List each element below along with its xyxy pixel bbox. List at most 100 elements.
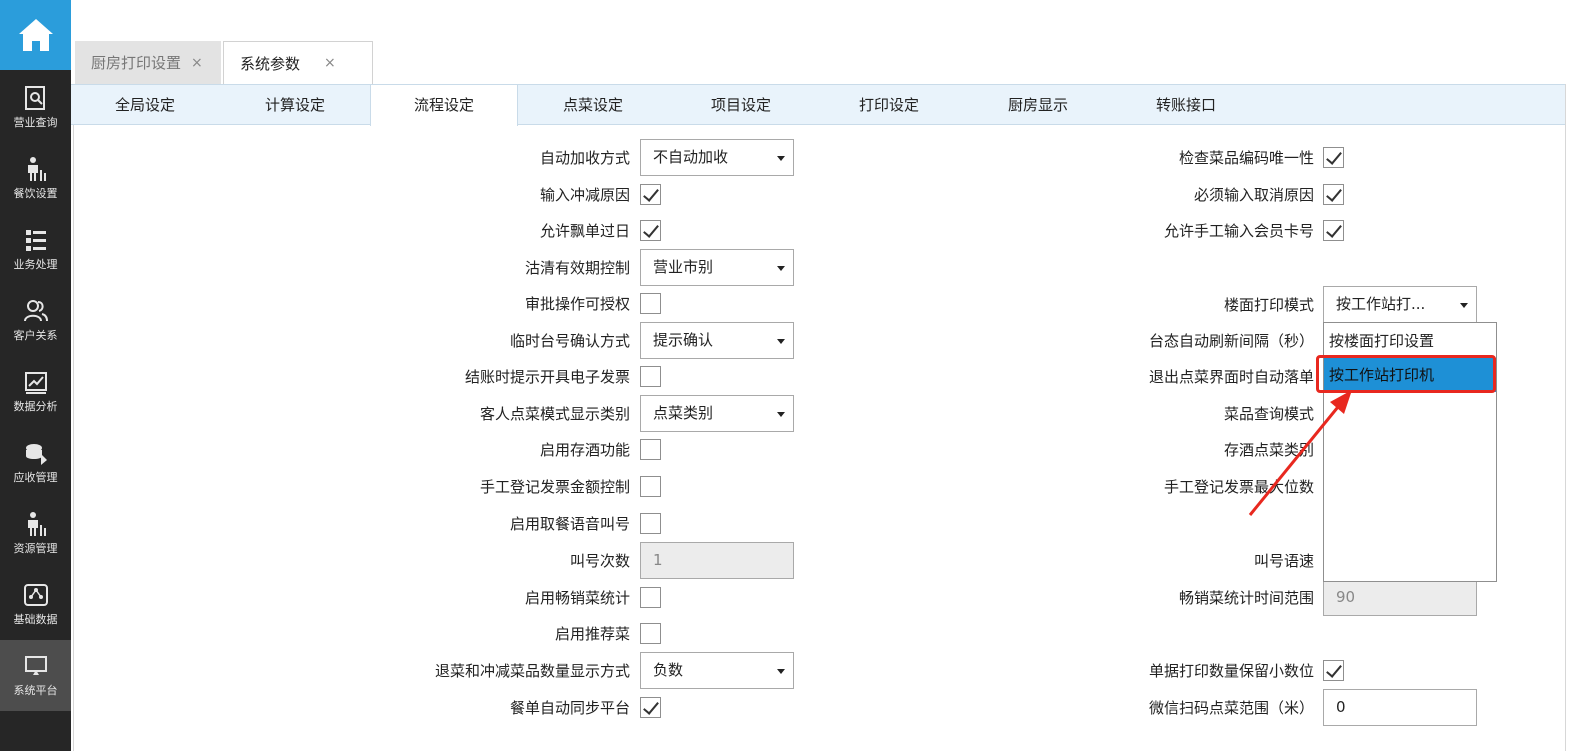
select-value: 负数 bbox=[653, 661, 684, 679]
chevron-down-icon bbox=[777, 669, 785, 674]
chevron-down-icon bbox=[777, 412, 785, 417]
close-icon[interactable]: × bbox=[324, 55, 336, 71]
close-icon[interactable]: × bbox=[191, 55, 203, 71]
label-e-invoice: 结账时提示开具电子发票 bbox=[464, 368, 630, 386]
select-value: 不自动加收 bbox=[653, 148, 729, 166]
tab-label: 系统参数 bbox=[240, 54, 301, 73]
label-return-display: 退菜和冲减菜品数量显示方式 bbox=[434, 662, 630, 680]
sidebar-item-label: 基础数据 bbox=[13, 613, 58, 626]
label-temp-table: 临时台号确认方式 bbox=[509, 332, 630, 350]
floor-print-select[interactable]: 按工作站打... bbox=[1323, 286, 1477, 323]
print-decimals-checkbox[interactable] bbox=[1323, 660, 1344, 681]
label-manual-card: 允许手工输入会员卡号 bbox=[1163, 222, 1314, 240]
recommend-checkbox[interactable] bbox=[640, 623, 661, 644]
sidebar-item-catering-settings[interactable]: 餐饮设置 bbox=[0, 143, 71, 214]
dropdown-option[interactable]: 按楼面打印设置 bbox=[1324, 324, 1496, 358]
sidebar-item-label: 资源管理 bbox=[13, 542, 58, 555]
sidebar-item-system-platform[interactable]: 系统平台 bbox=[0, 640, 71, 711]
label-auto-surcharge: 自动加收方式 bbox=[539, 149, 630, 167]
tab-kitchen-print-settings[interactable]: 厨房打印设置 × bbox=[75, 41, 221, 84]
select-value: 营业市别 bbox=[653, 258, 714, 276]
return-display-select[interactable]: 负数 bbox=[640, 652, 794, 689]
chevron-down-icon bbox=[777, 266, 785, 271]
sellout-ctrl-select[interactable]: 营业市别 bbox=[640, 249, 794, 286]
waiter-icon bbox=[27, 157, 46, 181]
label-floor-print: 楼面打印模式 bbox=[1223, 296, 1314, 314]
subtab-transfer-interface[interactable]: 转账接口 bbox=[1112, 85, 1260, 125]
sidebar-item-resource-management[interactable]: 资源管理 bbox=[0, 498, 71, 569]
label-bestseller: 启用畅销菜统计 bbox=[524, 589, 630, 607]
temp-table-select[interactable]: 提示确认 bbox=[640, 322, 794, 359]
content-border bbox=[73, 125, 74, 751]
sidebar-item-receivables[interactable]: 应收管理 bbox=[0, 427, 71, 498]
label-sync-platform: 餐单自动同步平台 bbox=[509, 699, 630, 717]
label-unique-code: 检查菜品编码唯一性 bbox=[1178, 149, 1314, 167]
auto-surcharge-select[interactable]: 不自动加收 bbox=[640, 139, 794, 176]
subtab-items[interactable]: 项目设定 bbox=[667, 85, 815, 125]
sidebar-item-base-data[interactable]: 基础数据 bbox=[0, 569, 71, 640]
sidebar-item-label: 营业查询 bbox=[13, 116, 58, 129]
label-voice-call: 启用取餐语音叫号 bbox=[509, 515, 630, 533]
sidebar-item-label: 数据分析 bbox=[13, 400, 58, 413]
sidebar-item-label: 应收管理 bbox=[13, 471, 58, 484]
settings-subtab-bar: 全局设定 计算设定 流程设定 点菜设定 项目设定 打印设定 厨房显示 转账接口 bbox=[71, 84, 1566, 126]
allow-float-checkbox[interactable] bbox=[640, 220, 661, 241]
subtab-calculation[interactable]: 计算设定 bbox=[221, 85, 369, 125]
guest-order-mode-select[interactable]: 点菜类别 bbox=[640, 395, 794, 432]
sidebar-item-business-query[interactable]: 营业查询 bbox=[0, 72, 71, 143]
label-wine-storage: 启用存酒功能 bbox=[539, 441, 630, 459]
chevron-down-icon bbox=[777, 156, 785, 161]
voice-call-checkbox[interactable] bbox=[640, 513, 661, 534]
content-border bbox=[1565, 84, 1566, 751]
bestseller-checkbox[interactable] bbox=[640, 587, 661, 608]
annotation-arrow-icon bbox=[1248, 390, 1352, 516]
e-invoice-checkbox[interactable] bbox=[640, 366, 661, 387]
chart-icon bbox=[24, 372, 47, 394]
home-button[interactable] bbox=[0, 0, 71, 70]
cancel-reason-checkbox[interactable] bbox=[1323, 184, 1344, 205]
subtab-printing[interactable]: 打印设定 bbox=[815, 85, 963, 125]
tab-label: 厨房打印设置 bbox=[91, 54, 182, 72]
wechat-range-input[interactable]: 0 bbox=[1323, 689, 1477, 726]
manual-card-checkbox[interactable] bbox=[1323, 220, 1344, 241]
reduce-reason-checkbox[interactable] bbox=[640, 184, 661, 205]
label-bestseller-range: 畅销菜统计时间范围 bbox=[1178, 589, 1314, 607]
label-refresh-interval: 台态自动刷新间隔（秒） bbox=[1148, 332, 1314, 350]
sync-platform-checkbox[interactable] bbox=[640, 697, 661, 718]
label-guest-order-mode: 客人点菜模式显示类别 bbox=[479, 405, 630, 423]
sidebar-item-customer-relations[interactable]: 客户关系 bbox=[0, 285, 71, 356]
list-icon bbox=[25, 230, 46, 251]
call-times-input: 1 bbox=[640, 542, 794, 579]
label-recommend: 启用推荐菜 bbox=[554, 625, 630, 643]
manual-invoice-checkbox[interactable] bbox=[640, 476, 661, 497]
tab-system-parameters[interactable]: 系统参数 × bbox=[223, 41, 373, 84]
subtab-process[interactable]: 流程设定 bbox=[370, 85, 518, 126]
sidebar-item-data-analysis[interactable]: 数据分析 bbox=[0, 356, 71, 427]
report-search-icon bbox=[24, 86, 45, 110]
home-icon bbox=[18, 19, 53, 51]
subtab-ordering[interactable]: 点菜设定 bbox=[519, 85, 667, 125]
subtab-kitchen-display[interactable]: 厨房显示 bbox=[964, 85, 1112, 125]
bestseller-range-input: 90 bbox=[1323, 579, 1477, 616]
sidebar-item-label: 客户关系 bbox=[13, 329, 58, 342]
unique-code-checkbox[interactable] bbox=[1323, 147, 1344, 168]
label-call-speed: 叫号语速 bbox=[1253, 552, 1314, 570]
sidebar-item-label: 餐饮设置 bbox=[13, 187, 58, 200]
database-icon bbox=[23, 584, 48, 606]
sidebar-item-label: 业务处理 bbox=[13, 258, 58, 271]
sidebar: 营业查询 餐饮设置 业务处理 客户关系 数据分析 应收管理 资源管理 基础数据 … bbox=[0, 0, 71, 751]
label-allow-float: 允许飘单过日 bbox=[539, 222, 630, 240]
waiter-icon bbox=[27, 512, 46, 536]
chevron-down-icon bbox=[1460, 303, 1468, 308]
wine-storage-checkbox[interactable] bbox=[640, 439, 661, 460]
approval-auth-checkbox[interactable] bbox=[640, 293, 661, 314]
sidebar-item-label: 系统平台 bbox=[13, 684, 58, 697]
select-value: 按工作站打... bbox=[1336, 295, 1426, 313]
label-manual-invoice: 手工登记发票金额控制 bbox=[479, 478, 630, 496]
label-approval-auth: 审批操作可授权 bbox=[524, 295, 630, 313]
subtab-global[interactable]: 全局设定 bbox=[71, 85, 219, 125]
label-sellout-ctrl: 沽清有效期控制 bbox=[524, 259, 630, 277]
coins-icon bbox=[25, 444, 47, 465]
label-print-decimals: 单据打印数量保留小数位 bbox=[1148, 662, 1314, 680]
sidebar-item-business-process[interactable]: 业务处理 bbox=[0, 214, 71, 285]
